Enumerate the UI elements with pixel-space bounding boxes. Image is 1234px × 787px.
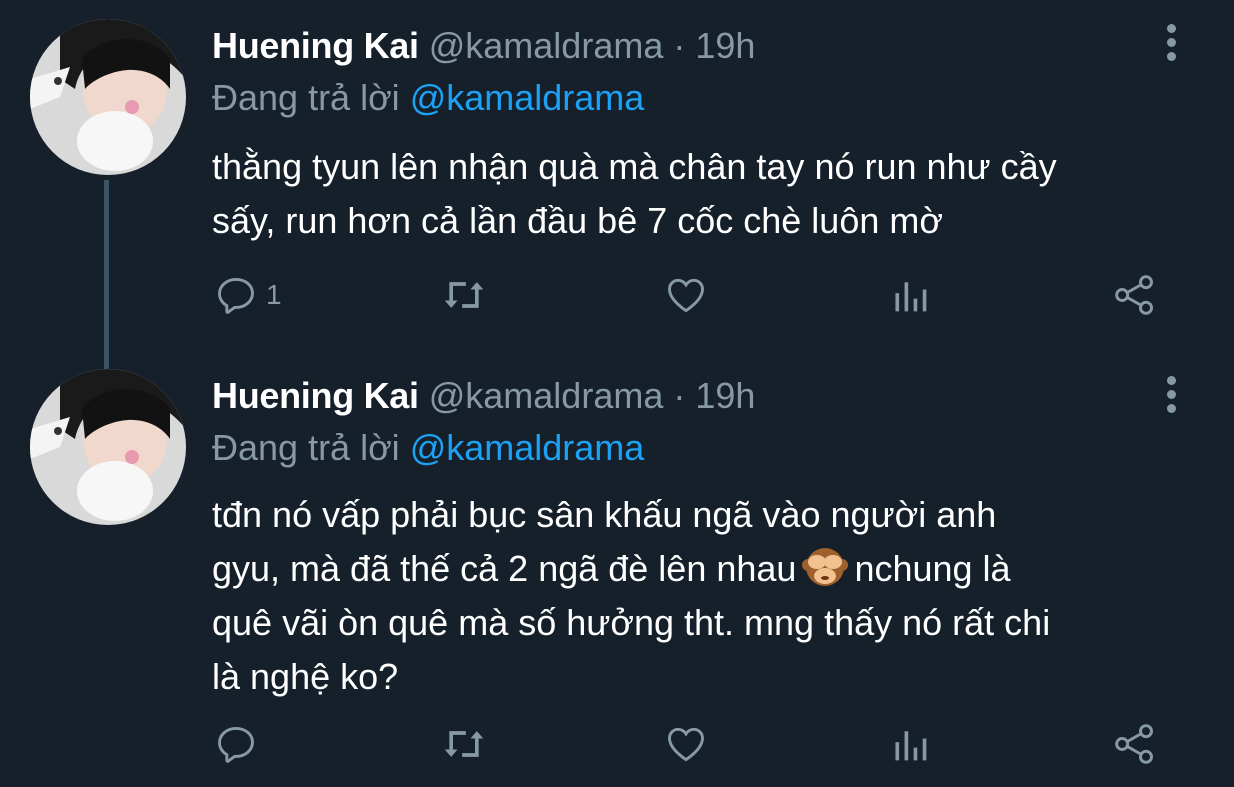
user-handle[interactable]: @kamaldrama [429,375,664,416]
more-options-button[interactable] [1156,24,1186,68]
analytics-button[interactable] [890,270,930,320]
user-handle[interactable]: @kamaldrama [429,25,664,66]
timestamp[interactable]: 19h [695,25,755,66]
avatar-image [30,369,186,525]
like-button[interactable] [664,270,708,320]
thread-line [104,180,109,370]
avatar-image [30,19,186,175]
tweet-text-line: thằng tyun lên nhận quà mà chân tay nó r… [212,146,1057,187]
tweet[interactable]: Huening Kai @kamaldrama · 19h Đang trả l… [0,350,1234,787]
more-icon [1166,376,1176,385]
replying-to-label: Đang trả lời [212,427,400,468]
like-icon [668,278,704,313]
more-icon [1166,24,1176,33]
retweet-button[interactable] [440,270,488,320]
more-icon-dot [1166,404,1176,413]
analytics-icon [895,731,927,761]
separator-dot: · [673,25,686,66]
tweet-text-line: tđn nó vấp phải bục sân khấu ngã vào ngư… [212,494,997,535]
more-icon-dot [1166,52,1176,61]
like-icon [668,727,704,762]
reply-button[interactable] [214,719,266,769]
more-icon-dot [1166,390,1176,399]
display-name[interactable]: Huening Kai [212,375,419,416]
replying-to-label: Đang trả lời [212,77,400,118]
display-name[interactable]: Huening Kai [212,25,419,66]
avatar[interactable] [30,369,186,525]
like-button[interactable] [664,719,708,769]
replying-to: Đang trả lời @kamaldrama [212,78,644,118]
tweet-text: tđn nó vấp phải bục sân khấu ngã vào ngư… [212,488,1202,704]
tweet-text-segment: nchung là [854,548,1011,589]
analytics-icon [895,282,927,312]
share-button[interactable] [1112,719,1158,769]
separator-dot: · [673,375,686,416]
retweet-icon [444,282,484,308]
replying-to-link[interactable]: @kamaldrama [410,77,645,118]
tweet-header: Huening Kai @kamaldrama · 19h [212,376,755,416]
tweet-header: Huening Kai @kamaldrama · 19h [212,26,755,66]
reply-count: 1 [266,279,282,310]
retweet-button[interactable] [440,719,488,769]
more-icon-dot [1166,38,1176,47]
tweet-text-line: sấy, run hơn cả lần đầu bê 7 cốc chè luô… [212,200,943,241]
replying-to: Đang trả lời @kamaldrama [212,428,644,468]
see-no-evil-monkey-icon [802,548,849,586]
tweet[interactable]: Huening Kai @kamaldrama · 19h Đang trả l… [0,0,1234,370]
share-icon [1115,724,1153,764]
share-icon [1115,275,1153,315]
replying-to-link[interactable]: @kamaldrama [410,427,645,468]
tweet-text-line: quê vãi òn quê mà số hưởng tht. mng thấy… [212,602,1051,643]
tweet-text-line: gyu, mà đã thế cả 2 ngã đè lên nhau nchu… [212,542,1202,596]
avatar[interactable] [30,19,186,175]
reply-icon [218,726,254,763]
tweet-text: thằng tyun lên nhận quà mà chân tay nó r… [212,140,1202,248]
reply-button[interactable]: 1 [214,270,282,320]
more-options-button[interactable] [1156,376,1186,420]
timestamp[interactable]: 19h [695,375,755,416]
tweet-text-line: là nghệ ko? [212,656,399,697]
retweet-icon [444,731,484,757]
share-button[interactable] [1112,270,1158,320]
tweet-text-segment: gyu, mà đã thế cả 2 ngã đè lên nhau [212,548,797,589]
reply-icon [218,277,254,314]
analytics-button[interactable] [890,719,930,769]
